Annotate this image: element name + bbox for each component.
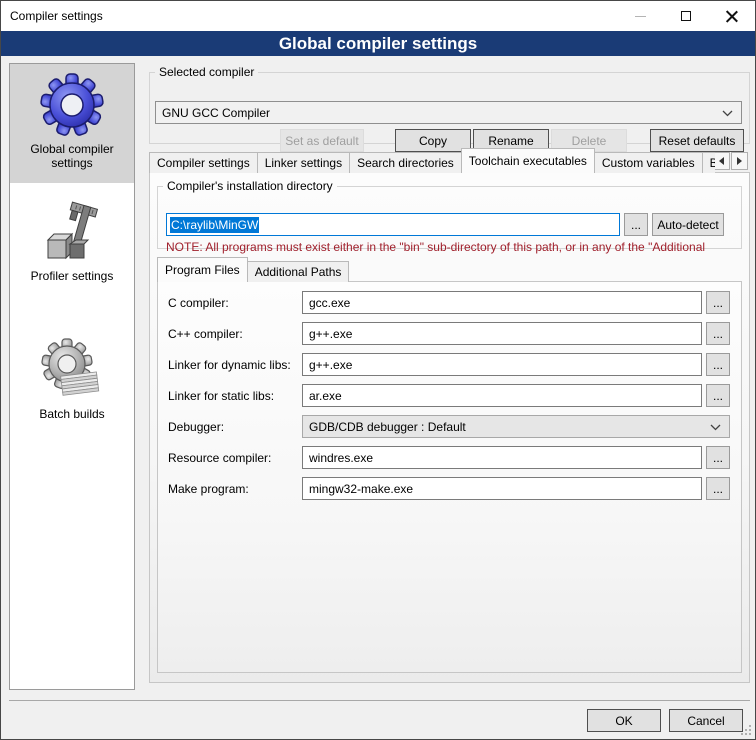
settings-category-list: Global compiler settings — [9, 63, 135, 690]
field-value: mingw32-make.exe — [309, 482, 413, 496]
debugger-combobox-value: GDB/CDB debugger : Default — [309, 420, 466, 434]
field-label: Linker for dynamic libs: — [168, 358, 302, 372]
static-linker-input[interactable]: ar.exe — [302, 384, 702, 407]
window-title: Compiler settings — [10, 9, 103, 23]
tab-custom-variables[interactable]: Custom variables — [594, 152, 703, 173]
caption-buttons — [617, 1, 755, 31]
field-row-debugger: Debugger: GDB/CDB debugger : Default — [168, 415, 731, 438]
resource-compiler-browse-button[interactable]: ... — [706, 446, 730, 469]
field-row-resource-compiler: Resource compiler: windres.exe ... — [168, 446, 731, 469]
c-compiler-browse-button[interactable]: ... — [706, 291, 730, 314]
cpp-compiler-input[interactable]: g++.exe — [302, 322, 702, 345]
sidebar-item-label: Batch builds — [20, 407, 124, 421]
close-button[interactable] — [709, 1, 755, 31]
chevron-down-icon — [710, 424, 721, 431]
sidebar-item-profiler-settings[interactable]: Profiler settings — [10, 191, 134, 303]
compiler-combobox[interactable]: GNU GCC Compiler — [155, 101, 742, 124]
dialog-banner: Global compiler settings — [1, 31, 755, 56]
caliper-icon — [40, 200, 104, 264]
cancel-button[interactable]: Cancel — [669, 709, 743, 732]
maximize-icon — [681, 11, 691, 21]
compiler-settings-dialog: Compiler settings Global compiler settin… — [0, 0, 756, 740]
resource-compiler-input[interactable]: windres.exe — [302, 446, 702, 469]
debugger-combobox[interactable]: GDB/CDB debugger : Default — [302, 415, 730, 438]
selected-compiler-group: Selected compiler GNU GCC Compiler Set a… — [149, 65, 750, 144]
selected-path-text: C:\raylib\MinGW — [170, 217, 259, 233]
tab-additional-paths[interactable]: Additional Paths — [247, 261, 350, 282]
main-tabs: Compiler settings Linker settings Search… — [149, 148, 715, 173]
c-compiler-input[interactable]: gcc.exe — [302, 291, 702, 314]
installation-directory-input[interactable]: C:\raylib\MinGW — [166, 213, 620, 236]
tab-toolchain-executables[interactable]: Toolchain executables — [461, 148, 595, 173]
make-program-browse-button[interactable]: ... — [706, 477, 730, 500]
gray-gear-stack-icon — [40, 338, 104, 402]
triangle-left-icon — [719, 157, 724, 165]
installation-directory-legend: Compiler's installation directory — [163, 179, 337, 193]
dynamic-linker-input[interactable]: g++.exe — [302, 353, 702, 376]
cpp-compiler-browse-button[interactable]: ... — [706, 322, 730, 345]
make-program-input[interactable]: mingw32-make.exe — [302, 477, 702, 500]
field-row-c-compiler: C compiler: gcc.exe ... — [168, 291, 731, 314]
close-icon — [726, 10, 738, 22]
browse-directory-button[interactable]: ... — [624, 213, 648, 236]
field-row-cpp-compiler: C++ compiler: g++.exe ... — [168, 322, 731, 345]
field-row-make-program: Make program: mingw32-make.exe ... — [168, 477, 731, 500]
chevron-down-icon — [722, 110, 733, 117]
field-value: gcc.exe — [309, 296, 350, 310]
sidebar-item-label: Profiler settings — [20, 269, 124, 283]
field-label: Make program: — [168, 482, 302, 496]
field-row-dynamic-linker: Linker for dynamic libs: g++.exe ... — [168, 353, 731, 376]
tab-search-directories[interactable]: Search directories — [349, 152, 462, 173]
tab-compiler-settings[interactable]: Compiler settings — [149, 152, 258, 173]
sidebar-item-global-compiler-settings[interactable]: Global compiler settings — [10, 64, 134, 183]
auto-detect-button[interactable]: Auto-detect — [652, 213, 724, 236]
ok-button[interactable]: OK — [587, 709, 661, 732]
sidebar-item-label: Global compiler settings — [20, 142, 124, 170]
tab-build-options[interactable]: Build — [702, 152, 715, 173]
dynamic-linker-browse-button[interactable]: ... — [706, 353, 730, 376]
main-tab-strip: Compiler settings Linker settings Search… — [149, 148, 750, 173]
minimize-icon — [635, 16, 646, 17]
compiler-combobox-value: GNU GCC Compiler — [162, 106, 270, 120]
field-value: g++.exe — [309, 327, 352, 341]
tab-scroll-arrows — [712, 152, 748, 170]
field-label: Linker for static libs: — [168, 389, 302, 403]
footer-divider — [9, 700, 750, 701]
field-value: ar.exe — [309, 389, 342, 403]
blue-gear-icon — [40, 73, 104, 137]
triangle-right-icon — [737, 157, 742, 165]
field-row-static-linker: Linker for static libs: ar.exe ... — [168, 384, 731, 407]
field-label: Resource compiler: — [168, 451, 302, 465]
sub-tab-strip: Program Files Additional Paths — [157, 257, 348, 282]
field-value: g++.exe — [309, 358, 352, 372]
static-linker-browse-button[interactable]: ... — [706, 384, 730, 407]
tab-scroll-right-button[interactable] — [731, 152, 748, 170]
tab-scroll-left-button[interactable] — [713, 152, 730, 170]
installation-directory-group: Compiler's installation directory C:\ray… — [157, 179, 742, 249]
field-label: C++ compiler: — [168, 327, 302, 341]
tab-program-files[interactable]: Program Files — [157, 257, 248, 282]
tab-linker-settings[interactable]: Linker settings — [257, 152, 350, 173]
field-value: windres.exe — [309, 451, 373, 465]
selected-compiler-legend: Selected compiler — [155, 65, 258, 79]
program-files-page: C compiler: gcc.exe ... C++ compiler: g+… — [157, 281, 742, 673]
minimize-button[interactable] — [617, 1, 663, 31]
resize-grip[interactable] — [740, 724, 752, 736]
note-text: NOTE: All programs must exist either in … — [166, 240, 738, 254]
sidebar-item-batch-builds[interactable]: Batch builds — [10, 329, 134, 441]
field-label: C compiler: — [168, 296, 302, 310]
maximize-button[interactable] — [663, 1, 709, 31]
field-label: Debugger: — [168, 420, 302, 434]
